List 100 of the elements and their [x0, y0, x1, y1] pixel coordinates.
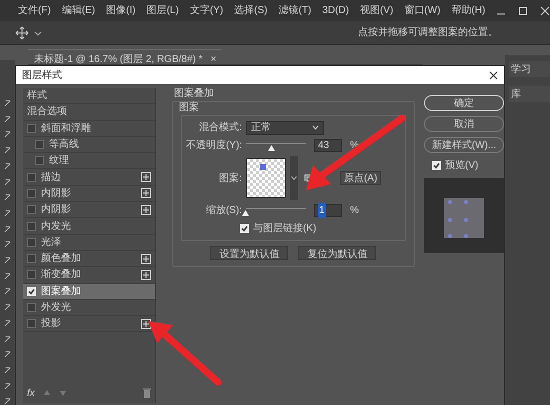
style-item[interactable]: 外发光	[23, 300, 155, 316]
style-item[interactable]: 内发光	[23, 218, 155, 235]
checkbox[interactable]	[240, 224, 249, 233]
close-icon[interactable]: ×	[210, 52, 216, 66]
tool-icon[interactable]	[3, 178, 12, 186]
checkbox[interactable]	[27, 319, 36, 328]
style-item[interactable]: 内阴影	[23, 186, 155, 202]
checkbox[interactable]	[35, 156, 44, 166]
input-field[interactable]: 1	[314, 204, 342, 217]
style-item[interactable]: 光泽	[23, 234, 155, 251]
menu-item[interactable]: 视图(V)	[360, 3, 394, 18]
slider-thumb[interactable]	[242, 210, 250, 216]
menu-item[interactable]: 帮助(H)	[451, 3, 486, 18]
menu-item[interactable]: 文字(Y)	[190, 3, 224, 18]
close-icon[interactable]	[489, 70, 498, 80]
panel-tab[interactable]: 学习	[509, 61, 550, 77]
add-icon[interactable]	[140, 318, 151, 329]
dropdown[interactable]: 正常	[246, 120, 324, 134]
tool-icon[interactable]	[3, 351, 12, 358]
tool-icon[interactable]	[3, 100, 12, 107]
tool-icon[interactable]	[3, 382, 12, 390]
menu-item[interactable]: 图像(I)	[106, 3, 136, 18]
checkbox[interactable]	[27, 254, 36, 264]
style-item[interactable]: 斜面和浮雕	[23, 120, 155, 137]
caret-icon[interactable]	[290, 176, 297, 180]
tool-icon[interactable]	[3, 336, 12, 342]
caret-icon[interactable]	[34, 28, 42, 36]
add-icon[interactable]	[140, 188, 151, 198]
caret-icon[interactable]	[312, 125, 319, 130]
panel-tab[interactable]: 库	[509, 86, 550, 102]
tool-icon[interactable]	[3, 320, 12, 327]
tool-icon[interactable]	[3, 366, 12, 374]
menu-item[interactable]: 窗口(W)	[404, 3, 440, 18]
style-item[interactable]: 等高线	[23, 136, 155, 154]
field-label: 混合模式:	[198, 120, 242, 135]
tool-icon[interactable]	[3, 116, 12, 122]
style-item[interactable]: 纹理	[23, 153, 155, 170]
checkbox[interactable]	[27, 222, 36, 231]
checkbox[interactable]	[432, 161, 441, 170]
menu-item[interactable]: 文件(F)	[18, 3, 51, 18]
checkbox[interactable]	[27, 205, 36, 214]
add-icon[interactable]	[140, 270, 151, 280]
move-tool-icon[interactable]	[14, 26, 30, 40]
style-item[interactable]: 图案叠加	[23, 284, 155, 300]
section-title: 图案叠加	[174, 88, 215, 100]
snap-icon[interactable]	[304, 174, 312, 182]
style-item[interactable]: 内阴影	[23, 202, 155, 218]
checkbox[interactable]	[27, 124, 36, 133]
menu-item[interactable]: 选择(S)	[234, 3, 268, 18]
tool-icon[interactable]	[3, 304, 12, 311]
tool-icon[interactable]	[3, 288, 12, 296]
checkbox[interactable]	[27, 188, 36, 198]
pattern-swatch[interactable]	[246, 158, 286, 198]
checkbox[interactable]	[35, 140, 44, 150]
tool-icon[interactable]	[3, 241, 12, 248]
style-item[interactable]: 混合选项	[23, 104, 155, 121]
checkbox[interactable]	[27, 303, 36, 312]
tool-icon[interactable]	[3, 257, 12, 264]
input-field[interactable]: 43	[314, 139, 342, 152]
dialog-button[interactable]: 取消	[424, 116, 504, 132]
style-item[interactable]: 描边	[23, 169, 155, 186]
menu-item[interactable]: 编辑(E)	[62, 3, 96, 18]
dialog-title: 图层样式	[22, 68, 62, 82]
checkbox[interactable]	[27, 270, 36, 280]
trash-icon[interactable]	[142, 388, 151, 398]
style-item[interactable]: 样式	[23, 88, 155, 104]
tool-icon[interactable]	[3, 272, 12, 280]
tool-icon[interactable]	[3, 147, 12, 154]
menu-item[interactable]: 3D(D)	[322, 3, 349, 18]
checkbox[interactable]	[27, 172, 36, 182]
tool-icon[interactable]	[3, 162, 12, 170]
dialog-button[interactable]: 确定	[424, 95, 504, 111]
slider-thumb[interactable]	[268, 144, 276, 150]
checkbox[interactable]	[27, 238, 36, 247]
unit-label: %	[350, 204, 359, 218]
add-icon[interactable]	[140, 204, 151, 215]
hint-text: 点按并拖移可调整图案的位置。	[358, 26, 498, 40]
field-label: 图案:	[218, 172, 242, 186]
slider-track[interactable]	[246, 140, 306, 150]
snap-button[interactable]: 原点(A)	[340, 171, 382, 185]
reset-button[interactable]: 设置为默认值	[210, 246, 288, 260]
add-icon[interactable]	[140, 254, 151, 264]
group-title: 图案	[178, 102, 200, 114]
field-label: 缩放(S):	[204, 204, 242, 218]
add-icon[interactable]	[140, 172, 151, 182]
menu-item[interactable]: 滤镜(T)	[278, 3, 312, 18]
tool-icon[interactable]	[3, 210, 12, 217]
reset-button[interactable]: 复位为默认值	[298, 246, 376, 260]
tool-icon[interactable]	[3, 194, 12, 201]
tool-icon[interactable]	[3, 131, 12, 138]
dialog-button[interactable]: 新建样式(W)...	[424, 137, 504, 153]
checkbox[interactable]	[27, 286, 36, 296]
menu-item[interactable]: 图层(L)	[146, 3, 179, 18]
style-item[interactable]: 颜色叠加	[23, 250, 155, 268]
field-label: 不透明度(Y):	[186, 138, 242, 153]
checkbox-label: 与图层链接(K)	[252, 222, 316, 236]
maximize-icon[interactable]	[518, 6, 528, 16]
fx-button[interactable]: fx	[27, 386, 35, 400]
tool-icon[interactable]	[3, 398, 12, 405]
tool-icon[interactable]	[3, 226, 12, 232]
